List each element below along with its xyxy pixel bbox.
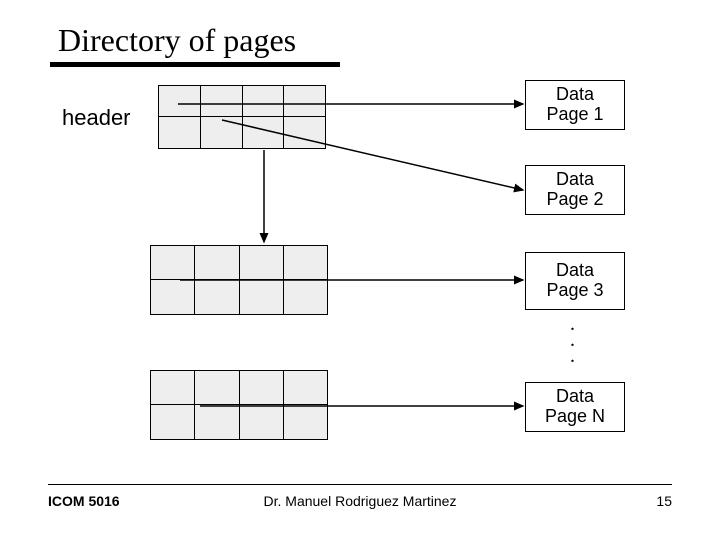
directory-block-3: [150, 370, 328, 440]
title-underline: [50, 62, 340, 67]
footer-page-number: 15: [656, 493, 672, 509]
footer-author: Dr. Manuel Rodriguez Martinez: [0, 493, 720, 509]
footer-divider: [48, 484, 672, 485]
data-page-1: Data Page 1: [525, 80, 625, 130]
header-label: header: [62, 105, 131, 131]
data-page-3: Data Page 3: [525, 252, 625, 310]
slide-title: Directory of pages: [58, 22, 296, 59]
directory-header-block: [158, 85, 326, 149]
directory-block-2: [150, 245, 328, 315]
data-page-2: Data Page 2: [525, 165, 625, 215]
data-page-n: Data Page N: [525, 382, 625, 432]
ellipsis-dots: ...: [570, 316, 575, 364]
